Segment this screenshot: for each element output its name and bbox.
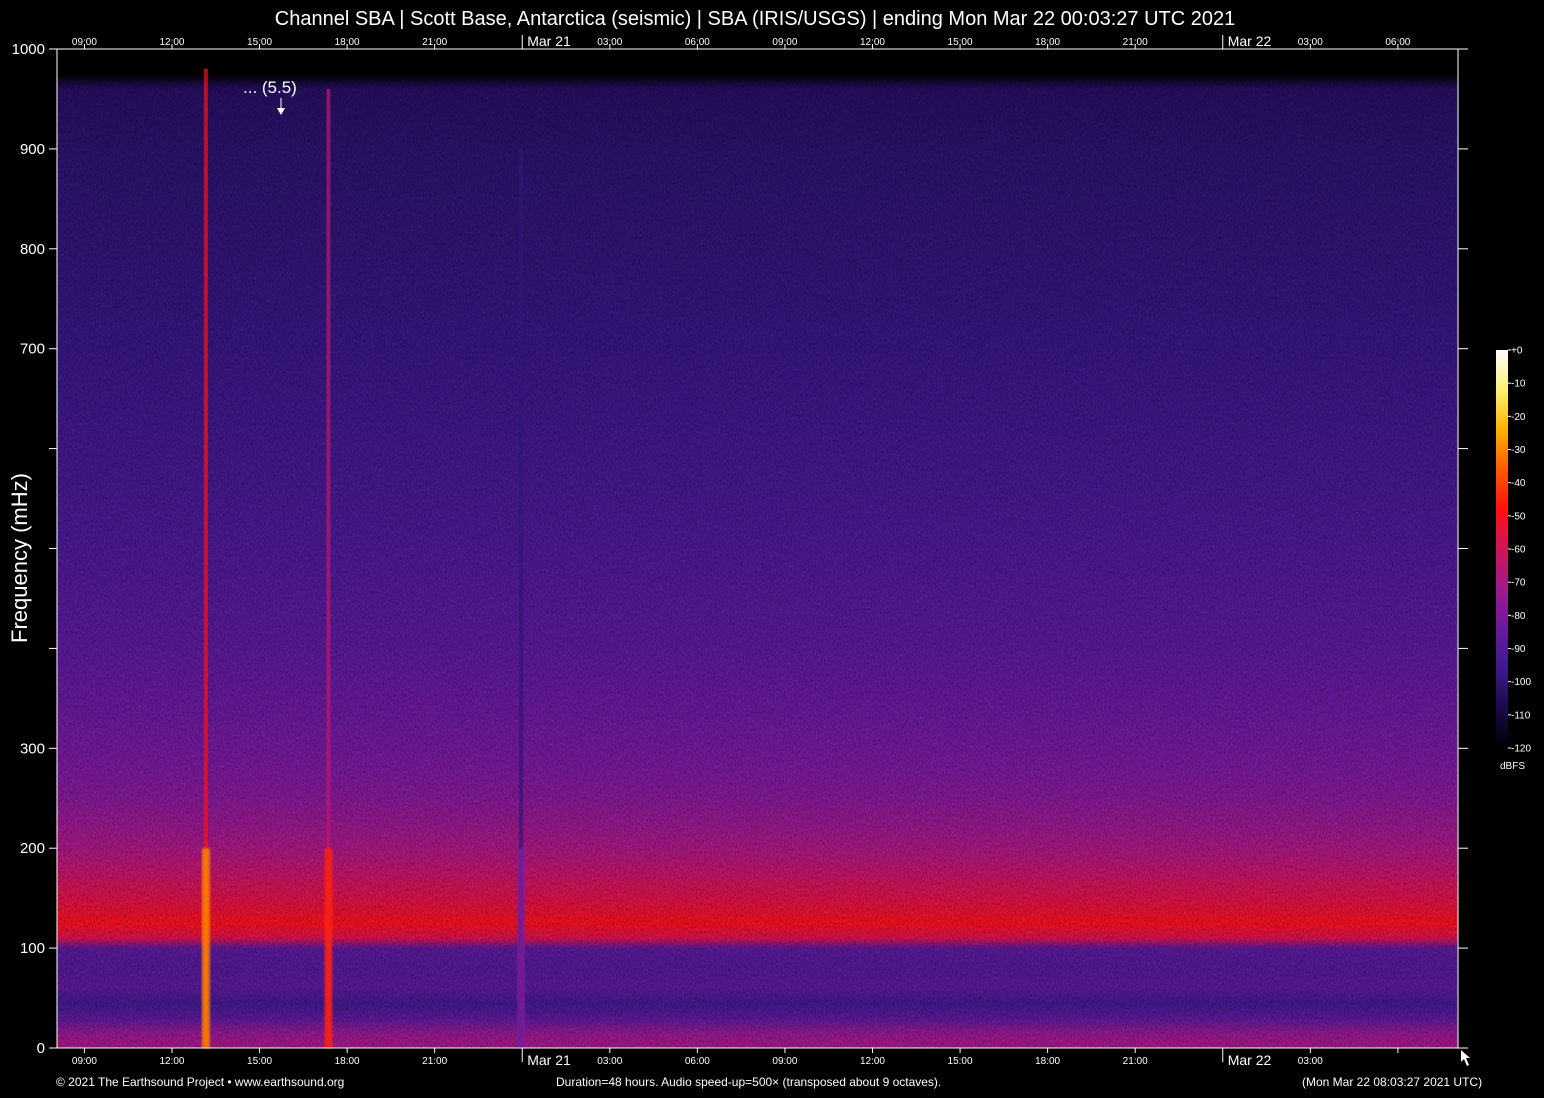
colorbar-unit-label: dBFS	[1500, 761, 1526, 772]
y-tick-label: 700	[20, 341, 45, 358]
colorbar-tick-label: -50	[1511, 511, 1526, 522]
x-tick-label-top: 21:00	[422, 37, 447, 48]
cursor-icon	[1461, 1050, 1470, 1066]
spectrogram-chart: 0 100 200 300 700 800 900 1000 09:00 12:00 15:00 18…	[12, 33, 1532, 1068]
event-core-0	[201, 848, 210, 1048]
colorbar-tick-label: -20	[1511, 412, 1526, 423]
x-tick-label-bottom: 03:00	[1298, 1056, 1323, 1067]
colorbar-tick-label: -120	[1511, 744, 1531, 755]
x-tick-label-bottom: 06:00	[685, 1056, 710, 1067]
x-tick-label-bottom: 18:00	[1035, 1056, 1060, 1067]
x-tick-label-top: 09:00	[72, 37, 97, 48]
x-tick-label-top: 15:00	[948, 37, 973, 48]
colorbar-tick-label: -40	[1511, 478, 1526, 489]
x-tick-label-top: 18:00	[1035, 37, 1060, 48]
x-tick-label-top: 21:00	[1123, 37, 1148, 48]
colorbar-tick-label: -90	[1511, 644, 1526, 655]
colorbar-scale	[1496, 350, 1508, 748]
x-tick-label-bottom: Mar 21	[527, 1052, 571, 1068]
x-tick-label-bottom: 21:00	[1123, 1056, 1148, 1067]
event-core-2	[517, 848, 526, 1048]
y-tick-label: 300	[20, 740, 45, 757]
colorbar-tick-label: +0	[1511, 346, 1523, 357]
event-annotation: ... (5.5)	[243, 78, 297, 97]
x-tick-label-bottom: 15:00	[948, 1056, 973, 1067]
y-tick-label: 900	[20, 141, 45, 158]
y-tick-label: 200	[20, 840, 45, 857]
x-tick-label-top: 15:00	[247, 37, 272, 48]
chart-title: Channel SBA | Scott Base, Antarctica (se…	[274, 8, 1236, 30]
x-tick-label-top: 06:00	[685, 37, 710, 48]
x-tick-label-bottom: 09:00	[72, 1056, 97, 1067]
event-core-1	[324, 848, 333, 1048]
plot-area	[57, 49, 1458, 1048]
x-tick-label-bottom: 18:00	[335, 1056, 360, 1067]
x-tick-label-top: 12:00	[159, 37, 184, 48]
x-tick-label-top: 12:00	[860, 37, 885, 48]
footer-duration: Duration=48 hours. Audio speed-up=500× (…	[556, 1075, 942, 1089]
colorbar-tick-label: -30	[1511, 445, 1526, 456]
y-tick-label: 100	[20, 940, 45, 957]
x-tick-label-bottom: Mar 22	[1228, 1052, 1272, 1068]
colorbar-tick-label: -10	[1511, 379, 1526, 390]
x-tick-label-top: 18:00	[335, 37, 360, 48]
y-tick-label: 1000	[12, 41, 45, 58]
y-tick-label: 800	[20, 241, 45, 258]
x-tick-label-top: 09:00	[772, 37, 797, 48]
colorbar: +0 -10 -20 -30 -40 -50 -60 -70 -80 -90 -100 -110 -12…	[1496, 346, 1531, 755]
y-tick-label: 0	[37, 1040, 45, 1057]
x-tick-label-top: Mar 22	[1228, 33, 1272, 49]
x-tick-label-bottom: 12:00	[159, 1056, 184, 1067]
x-tick-label-bottom: 15:00	[247, 1056, 272, 1067]
x-tick-label-bottom: 03:00	[597, 1056, 622, 1067]
x-tick-label-top: 03:00	[1298, 37, 1323, 48]
x-tick-label-bottom: 21:00	[422, 1056, 447, 1067]
colorbar-tick-label: -60	[1511, 545, 1526, 556]
y-axis-label: Frequency (mHz)	[7, 473, 32, 643]
x-tick-label-bottom: 09:00	[772, 1056, 797, 1067]
x-tick-label-top: 06:00	[1385, 37, 1410, 48]
colorbar-tick-label: -80	[1511, 611, 1526, 622]
colorbar-tick-label: -100	[1511, 677, 1531, 688]
x-tick-label-top: 03:00	[597, 37, 622, 48]
footer-copyright: © 2021 The Earthsound Project • www.eart…	[56, 1075, 345, 1089]
colorbar-tick-label: -110	[1511, 710, 1531, 721]
x-tick-label-bottom: 12:00	[860, 1056, 885, 1067]
colorbar-tick-label: -70	[1511, 578, 1526, 589]
x-tick-label-top: Mar 21	[527, 33, 571, 49]
footer-timestamp: (Mon Mar 22 08:03:27 2021 UTC)	[1302, 1075, 1483, 1089]
spectrogram-noise	[57, 49, 1458, 1048]
